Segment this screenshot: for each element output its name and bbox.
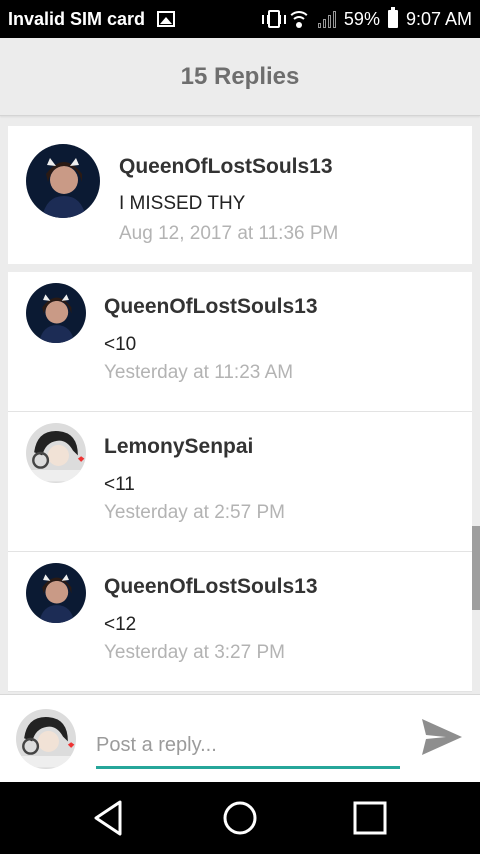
- home-icon[interactable]: [218, 796, 262, 840]
- recent-apps-icon[interactable]: [348, 796, 392, 840]
- page-title: 15 Replies: [180, 62, 300, 90]
- avatar[interactable]: [26, 144, 100, 218]
- reply-author[interactable]: QueenOfLostSouls13: [104, 295, 318, 319]
- carrier-label: Invalid SIM card: [8, 8, 146, 29]
- header: 15 Replies: [0, 38, 480, 116]
- reply-text: <11: [104, 474, 135, 495]
- reply-author[interactable]: LemonySenpai: [104, 435, 253, 459]
- reply-timestamp: Yesterday at 3:27 PM: [104, 642, 285, 663]
- battery-icon: [387, 7, 398, 28]
- vibrate-icon: [261, 10, 286, 28]
- status-bar: Invalid SIM card 59% 9:07 AM: [0, 0, 480, 38]
- avatar[interactable]: [16, 709, 76, 769]
- reply-text: <12: [104, 614, 137, 635]
- avatar[interactable]: [26, 423, 86, 483]
- reply-timestamp: Yesterday at 2:57 PM: [104, 502, 285, 523]
- comment-timestamp: Aug 12, 2017 at 11:36 PM: [119, 223, 339, 244]
- navigation-bar: [0, 782, 480, 854]
- parent-comment[interactable]: QueenOfLostSouls13 I MISSED THY Aug 12, …: [8, 126, 472, 264]
- list-item[interactable]: QueenOfLostSouls13 <10 Yesterday at 11:2…: [8, 272, 472, 412]
- reply-timestamp: Yesterday at 11:23 AM: [104, 362, 294, 383]
- reply-input[interactable]: [96, 721, 400, 769]
- back-icon[interactable]: [86, 796, 130, 840]
- reply-author[interactable]: QueenOfLostSouls13: [104, 575, 318, 599]
- battery-percent: 59%: [343, 8, 380, 29]
- comment-author[interactable]: QueenOfLostSouls13: [119, 155, 333, 179]
- reply-bar: [0, 694, 480, 782]
- send-icon[interactable]: [418, 715, 466, 759]
- wifi-icon: [287, 10, 310, 28]
- signal-icon: [317, 10, 336, 28]
- list-item[interactable]: LemonySenpai <11 Yesterday at 2:57 PM: [8, 412, 472, 552]
- status-right: 59% 9:07 AM: [261, 7, 472, 30]
- comment-text: I MISSED THY: [119, 193, 246, 214]
- avatar[interactable]: [26, 283, 86, 343]
- reply-text: <10: [104, 334, 137, 355]
- scrollbar[interactable]: [472, 526, 480, 610]
- image-icon: [157, 11, 176, 27]
- clock: 9:07 AM: [405, 8, 472, 29]
- list-item[interactable]: QueenOfLostSouls13 <12 Yesterday at 3:27…: [8, 552, 472, 692]
- replies-list: QueenOfLostSouls13 <10 Yesterday at 11:2…: [8, 272, 472, 692]
- avatar[interactable]: [26, 563, 86, 623]
